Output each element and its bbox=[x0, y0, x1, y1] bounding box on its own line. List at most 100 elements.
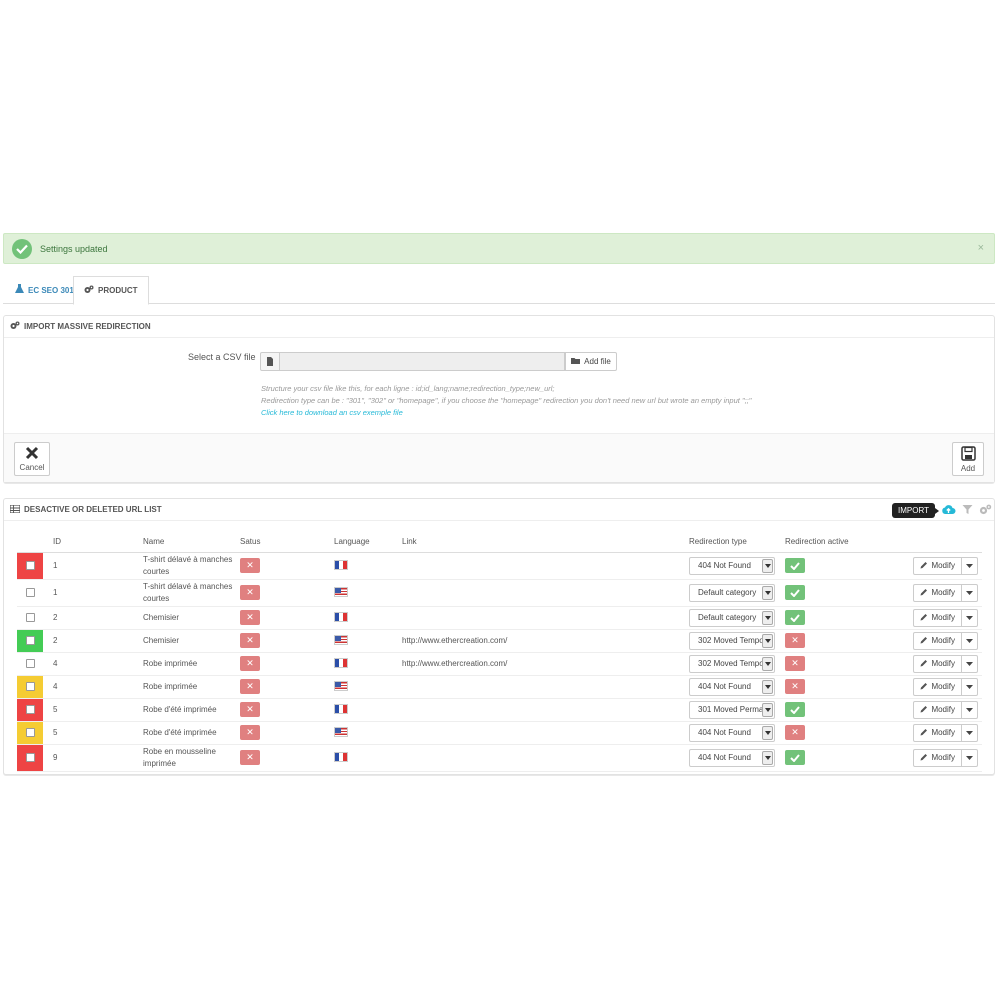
status-inactive-icon[interactable]: ✕ bbox=[240, 679, 260, 694]
redirection-inactive-icon[interactable]: ✕ bbox=[785, 633, 805, 648]
flag-us-icon bbox=[334, 634, 348, 645]
redirection-active-icon[interactable] bbox=[785, 585, 805, 600]
redirection-type-select[interactable]: 302 Moved Temporarily bbox=[689, 654, 775, 673]
csv-file-input[interactable] bbox=[280, 352, 565, 371]
redirection-type-select[interactable]: 404 Not Found bbox=[689, 556, 775, 575]
modify-button[interactable]: Modify bbox=[913, 700, 962, 719]
row-marker bbox=[17, 579, 43, 607]
modify-dropdown-toggle[interactable] bbox=[962, 677, 978, 696]
row-checkbox[interactable] bbox=[25, 705, 35, 714]
status-inactive-icon[interactable]: ✕ bbox=[240, 558, 260, 573]
redirection-type-value: 302 Moved Temporarily bbox=[698, 659, 762, 668]
modify-button[interactable]: Modify bbox=[913, 654, 962, 673]
modify-dropdown-toggle[interactable] bbox=[962, 723, 978, 742]
csv-help-text: Structure your csv file like this, for e… bbox=[261, 383, 751, 419]
modify-button[interactable]: Modify bbox=[913, 556, 962, 575]
status-inactive-icon[interactable]: ✕ bbox=[240, 633, 260, 648]
row-link bbox=[402, 744, 689, 772]
row-id: 4 bbox=[43, 675, 143, 699]
redirection-type-value: Default category bbox=[698, 613, 757, 622]
row-checkbox[interactable] bbox=[25, 588, 35, 597]
tab-ec-seo-301[interactable]: EC SEO 301 bbox=[5, 276, 84, 304]
modify-dropdown-toggle[interactable] bbox=[962, 556, 978, 575]
row-actions: Modify bbox=[880, 675, 982, 699]
redirection-type-select[interactable]: Default category bbox=[689, 583, 775, 602]
redirection-type-select[interactable]: 301 Moved Permanently bbox=[689, 700, 775, 719]
row-checkbox[interactable] bbox=[25, 682, 35, 691]
redirection-inactive-icon[interactable]: ✕ bbox=[785, 679, 805, 694]
modify-dropdown-toggle[interactable] bbox=[962, 700, 978, 719]
caret-down-icon bbox=[966, 588, 973, 597]
modify-dropdown-toggle[interactable] bbox=[962, 654, 978, 673]
row-checkbox[interactable] bbox=[25, 753, 35, 762]
row-checkbox[interactable] bbox=[25, 561, 35, 570]
row-checkbox[interactable] bbox=[25, 613, 35, 622]
caret-down-icon bbox=[966, 636, 973, 645]
column-header-link: Link bbox=[402, 532, 689, 553]
redirection-type-select[interactable]: 302 Moved Temporarily bbox=[689, 631, 775, 650]
redirection-active-icon[interactable] bbox=[785, 702, 805, 717]
settings-icon[interactable] bbox=[979, 504, 992, 517]
tab-product[interactable]: PRODUCT bbox=[73, 276, 149, 305]
row-actions: Modify bbox=[880, 579, 982, 607]
row-language bbox=[334, 744, 402, 772]
status-inactive-icon[interactable]: ✕ bbox=[240, 656, 260, 671]
panel-title: DESACTIVE OR DELETED URL LIST bbox=[24, 505, 162, 514]
row-redirection-type: 302 Moved Temporarily bbox=[689, 652, 785, 676]
add-file-label: Add file bbox=[584, 357, 611, 366]
cloud-upload-icon[interactable] bbox=[941, 504, 956, 517]
flask-icon bbox=[15, 284, 24, 296]
tab-label: PRODUCT bbox=[98, 286, 138, 295]
modify-button[interactable]: Modify bbox=[913, 723, 962, 742]
column-header-redirection-type: Redirection type bbox=[689, 532, 785, 553]
redirection-active-icon[interactable] bbox=[785, 610, 805, 625]
row-checkbox[interactable] bbox=[25, 636, 35, 645]
modify-dropdown-toggle[interactable] bbox=[962, 748, 978, 767]
modify-dropdown-toggle[interactable] bbox=[962, 583, 978, 602]
cancel-button[interactable]: Cancel bbox=[14, 442, 50, 476]
redirection-active-icon[interactable] bbox=[785, 558, 805, 573]
status-inactive-icon[interactable]: ✕ bbox=[240, 610, 260, 625]
modify-button[interactable]: Modify bbox=[913, 677, 962, 696]
modify-label: Modify bbox=[931, 659, 955, 668]
close-alert-button[interactable]: × bbox=[978, 242, 984, 254]
row-link bbox=[402, 675, 689, 699]
modify-button[interactable]: Modify bbox=[913, 583, 962, 602]
modify-dropdown-toggle[interactable] bbox=[962, 631, 978, 650]
modify-button[interactable]: Modify bbox=[913, 608, 962, 627]
flag-fr-icon bbox=[334, 751, 348, 762]
caret-down-icon bbox=[966, 613, 973, 622]
help-line-1: Structure your csv file like this, for e… bbox=[261, 384, 555, 393]
row-checkbox[interactable] bbox=[25, 728, 35, 737]
row-actions: Modify bbox=[880, 552, 982, 580]
redirection-type-select[interactable]: 404 Not Found bbox=[689, 723, 775, 742]
redirection-inactive-icon[interactable]: ✕ bbox=[785, 725, 805, 740]
row-checkbox[interactable] bbox=[25, 659, 35, 668]
row-name: Chemisier bbox=[143, 606, 240, 630]
redirection-type-select[interactable]: 404 Not Found bbox=[689, 748, 775, 767]
row-redirection-active bbox=[785, 744, 880, 772]
modify-button[interactable]: Modify bbox=[913, 748, 962, 767]
add-file-button[interactable]: Add file bbox=[565, 352, 617, 371]
redirection-type-value: 404 Not Found bbox=[698, 728, 751, 737]
caret-down-icon bbox=[966, 728, 973, 737]
status-inactive-icon[interactable]: ✕ bbox=[240, 750, 260, 765]
modify-dropdown-toggle[interactable] bbox=[962, 608, 978, 627]
filter-icon[interactable] bbox=[962, 504, 973, 517]
row-marker bbox=[17, 629, 43, 653]
table-row: 5Robe d'été imprimée✕ 301 Moved Permanent… bbox=[17, 698, 982, 722]
status-inactive-icon[interactable]: ✕ bbox=[240, 702, 260, 717]
modify-button[interactable]: Modify bbox=[913, 631, 962, 650]
redirection-type-select[interactable]: 404 Not Found bbox=[689, 677, 775, 696]
check-circle-icon bbox=[12, 239, 32, 259]
cogs-icon bbox=[84, 285, 94, 296]
status-inactive-icon[interactable]: ✕ bbox=[240, 725, 260, 740]
redirection-type-select[interactable]: Default category bbox=[689, 608, 775, 627]
add-button[interactable]: Add bbox=[952, 442, 984, 476]
redirection-active-icon[interactable] bbox=[785, 750, 805, 765]
dropdown-arrow-icon bbox=[762, 750, 773, 765]
redirection-inactive-icon[interactable]: ✕ bbox=[785, 656, 805, 671]
download-csv-example-link[interactable]: Click here to download an csv exemple fi… bbox=[261, 407, 751, 419]
panel-heading: DESACTIVE OR DELETED URL LIST bbox=[4, 499, 994, 521]
status-inactive-icon[interactable]: ✕ bbox=[240, 585, 260, 600]
